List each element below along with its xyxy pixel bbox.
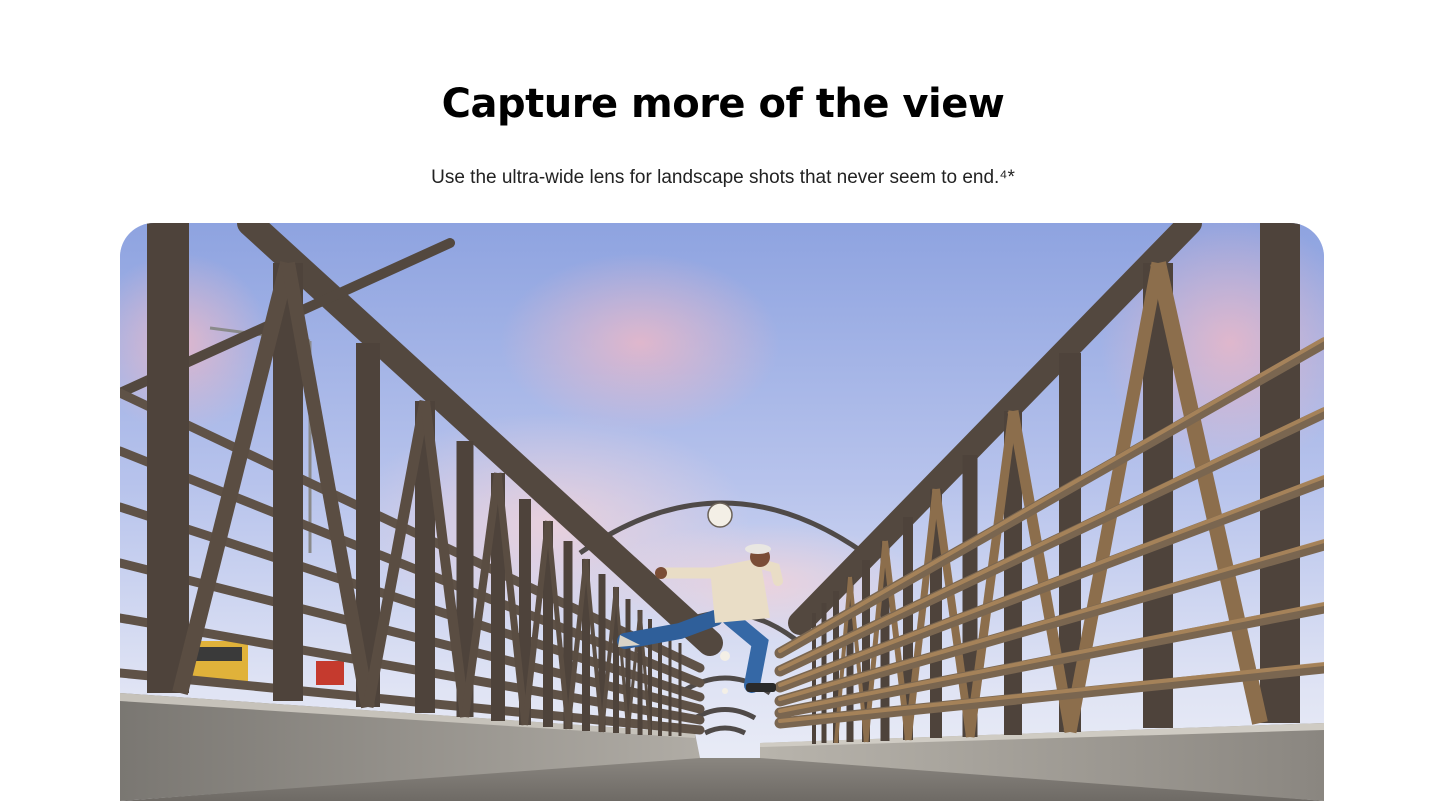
section-description: Use the ultra-wide lens for landscape sh… xyxy=(431,167,1015,188)
bridge-illustration xyxy=(120,223,1324,801)
feature-photo xyxy=(120,223,1324,801)
section-headline: Capture more of the view xyxy=(441,81,1005,127)
feature-section: Capture more of the view Use the ultra-w… xyxy=(0,0,1446,801)
